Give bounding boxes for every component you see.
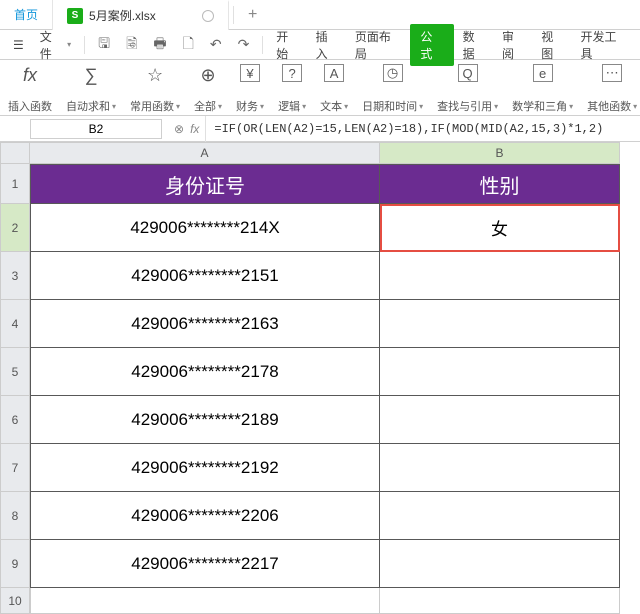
ribbon-group-2[interactable]: ☆ 常用函数▾ [124,64,186,114]
ribbon-label: 财务▾ [236,98,264,114]
save-as-icon[interactable]: 🗟 [119,29,144,61]
fx-icon[interactable]: fx [190,122,199,136]
row-header-4[interactable]: 4 [0,300,30,348]
cell-B1[interactable]: 性别 [380,164,620,204]
ribbon-tabs: 开始插入页面布局公式数据审阅视图开发工具 [269,24,634,66]
ribbon-label: 插入函数 [8,98,52,114]
ribbon-group-7[interactable]: ◷ 日期和时间▾ [356,64,429,114]
ribbon-label: 常用函数▾ [130,98,180,114]
spreadsheet-grid[interactable]: AB1身份证号性别2429006********214X女3429006****… [0,142,640,614]
cell-B4[interactable] [380,300,620,348]
ribbon-tab-1[interactable]: 插入 [309,24,346,66]
cell-A8[interactable]: 429006********2206 [30,492,380,540]
dirty-indicator-icon [202,10,214,22]
ribbon-tab-7[interactable]: 开发工具 [574,24,635,66]
cell-A3[interactable]: 429006********2151 [30,252,380,300]
cell-B6[interactable] [380,396,620,444]
cell-B10[interactable] [380,588,620,614]
ribbon-icon: fx [23,64,37,86]
print-preview-icon[interactable]: 🗋 [176,29,201,61]
hamburger-icon[interactable]: ☰ [6,34,31,56]
ribbon-icon: ◷ [383,64,403,82]
ribbon-label: 日期和时间▾ [362,98,423,114]
row-header-7[interactable]: 7 [0,444,30,492]
cancel-icon[interactable]: ⊗ [174,122,184,136]
ribbon-group-4[interactable]: ¥ 财务▾ [230,64,270,114]
row-header-10[interactable]: 10 [0,588,30,614]
tab-separator [233,6,234,24]
ribbon-icon: A [324,64,344,82]
row-header-6[interactable]: 6 [0,396,30,444]
ribbon: fx 插入函数 ∑ 自动求和▾ ☆ 常用函数▾ ⊕ 全部▾ ¥ 财务▾? 逻辑▾ A 文本▾ ◷ 日期和时间… [0,60,640,116]
undo-icon[interactable]: ↶ [203,32,229,57]
ribbon-group-3[interactable]: ⊕ 全部▾ [188,64,228,114]
menu-bar: ☰ 文件▾ 🖫 🗟 🖶 🗋 ↶ ↷ 开始插入页面布局公式数据审阅视图开发工具 [0,30,640,60]
redo-icon[interactable]: ↷ [231,32,257,57]
ribbon-icon: ∑ [85,64,98,86]
col-header-A[interactable]: A [30,142,380,164]
cell-B2[interactable]: 女 [380,204,620,252]
ribbon-tab-6[interactable]: 视图 [534,24,571,66]
ribbon-icon: ? [282,64,302,82]
ribbon-icon: ⋯ [602,64,622,82]
ribbon-tab-4[interactable]: 数据 [456,24,493,66]
ribbon-label: 数学和三角▾ [512,98,573,114]
tab-file[interactable]: S 5月案例.xlsx [53,0,229,30]
ribbon-icon: ⊕ [200,64,215,86]
add-tab-button[interactable]: + [238,6,268,24]
cell-B8[interactable] [380,492,620,540]
ribbon-label: 逻辑▾ [278,98,306,114]
formula-input[interactable]: =IF(OR(LEN(A2)=15,LEN(A2)=18),IF(MOD(MID… [205,116,640,142]
ribbon-group-1[interactable]: ∑ 自动求和▾ [60,64,122,114]
row-header-2[interactable]: 2 [0,204,30,252]
select-all-corner[interactable] [0,142,30,164]
formula-bar-row: ⊗ fx =IF(OR(LEN(A2)=15,LEN(A2)=18),IF(MO… [0,116,640,142]
spreadsheet-icon: S [67,8,83,24]
cell-A2[interactable]: 429006********214X [30,204,380,252]
ribbon-tab-5[interactable]: 审阅 [495,24,532,66]
row-header-9[interactable]: 9 [0,540,30,588]
row-header-1[interactable]: 1 [0,164,30,204]
cell-B7[interactable] [380,444,620,492]
col-header-B[interactable]: B [380,142,620,164]
cell-A9[interactable]: 429006********2217 [30,540,380,588]
cell-B5[interactable] [380,348,620,396]
ribbon-group-6[interactable]: A 文本▾ [314,64,354,114]
ribbon-tab-3[interactable]: 公式 [410,24,453,66]
ribbon-group-9[interactable]: e 数学和三角▾ [506,64,579,114]
ribbon-icon: Q [458,64,478,82]
ribbon-label: 全部▾ [194,98,222,114]
ribbon-group-8[interactable]: Q 查找与引用▾ [431,64,504,114]
cell-A1[interactable]: 身份证号 [30,164,380,204]
ribbon-group-10[interactable]: ⋯ 其他函数▾ [581,64,640,114]
name-box[interactable] [30,119,162,139]
save-icon[interactable]: 🖫 [91,29,117,61]
ribbon-tab-2[interactable]: 页面布局 [348,24,409,66]
row-header-3[interactable]: 3 [0,252,30,300]
ribbon-label: 自动求和▾ [66,98,116,114]
print-icon[interactable]: 🖶 [146,29,173,61]
ribbon-group-0[interactable]: fx 插入函数 [2,64,58,114]
ribbon-tab-0[interactable]: 开始 [269,24,306,66]
file-menu[interactable]: 文件▾ [33,24,78,66]
cell-A6[interactable]: 429006********2189 [30,396,380,444]
ribbon-icon: e [533,64,553,82]
row-header-5[interactable]: 5 [0,348,30,396]
ribbon-label: 文本▾ [320,98,348,114]
ribbon-label: 其他函数▾ [587,98,637,114]
cell-B3[interactable] [380,252,620,300]
row-header-8[interactable]: 8 [0,492,30,540]
cell-A7[interactable]: 429006********2192 [30,444,380,492]
cell-A5[interactable]: 429006********2178 [30,348,380,396]
file-name-label: 5月案例.xlsx [89,7,156,24]
cell-A4[interactable]: 429006********2163 [30,300,380,348]
cell-B9[interactable] [380,540,620,588]
ribbon-icon: ☆ [147,64,163,86]
ribbon-icon: ¥ [240,64,260,82]
ribbon-group-5[interactable]: ? 逻辑▾ [272,64,312,114]
ribbon-label: 查找与引用▾ [437,98,498,114]
cell-A10[interactable] [30,588,380,614]
